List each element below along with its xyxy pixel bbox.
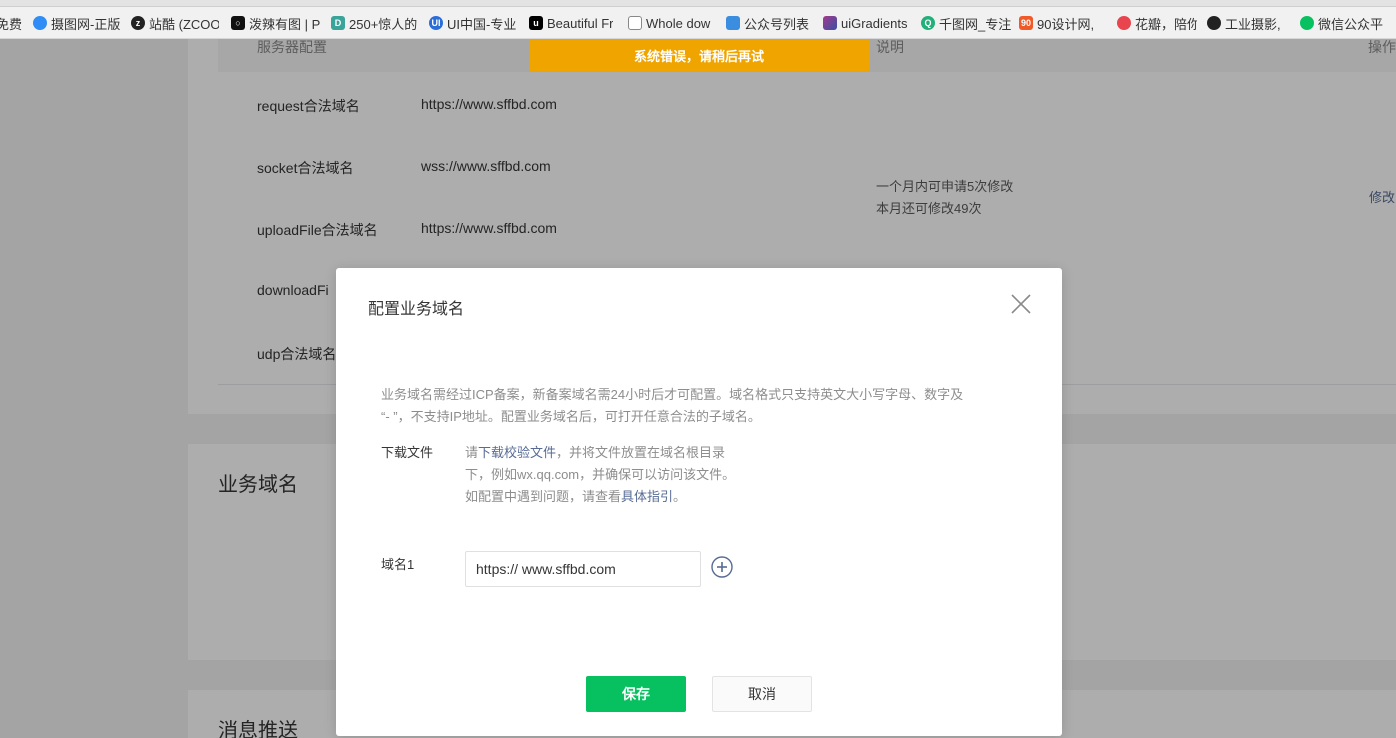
bookmark-favicon-icon: D bbox=[331, 16, 345, 30]
browser-address-bar-edge bbox=[0, 0, 1396, 7]
bookmark-item[interactable]: Q 千图网_专注 bbox=[921, 14, 1011, 32]
download-file-label: 下载文件 bbox=[381, 445, 434, 460]
bookmark-favicon-icon: u bbox=[529, 16, 543, 30]
bookmark-item[interactable]: uiGradients bbox=[823, 14, 911, 32]
bookmark-item[interactable]: Whole dow bbox=[628, 14, 714, 32]
bookmark-item[interactable]: 摄图网-正版 bbox=[33, 14, 121, 32]
close-icon bbox=[1011, 294, 1031, 314]
bookmark-item[interactable]: UI UI中国-专业 bbox=[429, 14, 519, 32]
download-guide-text: 请下载校验文件，并将文件放置在域名根目录下，例如wx.qq.com，并确保可以访… bbox=[465, 445, 736, 504]
domain-1-input[interactable] bbox=[465, 551, 701, 587]
bookmark-favicon-icon bbox=[823, 16, 837, 30]
dialog-description: 业务域名需经过ICP备案，新备案域名需24小时后才可配置。域名格式只支持英文大小… bbox=[381, 387, 964, 424]
dialog-title: 配置业务域名 bbox=[368, 301, 465, 318]
bookmark-item[interactable]: 90 90设计网, bbox=[1019, 14, 1109, 32]
domain-1-label: 域名1 bbox=[381, 557, 415, 572]
bookmark-favicon-icon bbox=[1207, 16, 1221, 30]
bookmark-favicon-icon: UI bbox=[429, 16, 443, 30]
bookmark-favicon-icon bbox=[726, 16, 740, 30]
bookmark-favicon-icon: 90 bbox=[1019, 16, 1033, 30]
cancel-button[interactable]: 取消 bbox=[712, 676, 812, 712]
error-toast: 系统错误，请稍后再试 bbox=[529, 39, 869, 71]
configure-domain-dialog: 配置业务域名 业务域名需经过ICP备案，新备案域名需24小时后才可配置。域名格式… bbox=[336, 268, 1062, 736]
bookmarks-bar: 免费 摄图网-正版 z站酷 (ZCOO ○泼辣有图 | P D250+惊人的 U… bbox=[0, 0, 1396, 39]
bookmark-favicon-icon: ○ bbox=[231, 16, 245, 30]
bookmark-item[interactable]: 免费 bbox=[0, 14, 22, 32]
bookmark-item[interactable]: u Beautiful Fr bbox=[529, 14, 613, 32]
bookmark-item[interactable]: 工业摄影, bbox=[1207, 14, 1291, 32]
bookmark-item[interactable]: D 250+惊人的 bbox=[331, 14, 419, 32]
bookmark-favicon-icon: Q bbox=[921, 16, 935, 30]
page-icon bbox=[628, 16, 642, 30]
close-button[interactable] bbox=[1009, 292, 1033, 316]
detailed-guide-link[interactable]: 具体指引 bbox=[621, 489, 673, 504]
bookmark-item[interactable]: ○ 泼辣有图 | P bbox=[231, 14, 321, 32]
plus-circle-icon bbox=[711, 556, 733, 578]
add-domain-button[interactable] bbox=[711, 556, 733, 578]
download-verify-file-link[interactable]: 下载校验文件 bbox=[478, 445, 556, 460]
bookmark-item[interactable]: z 站酷 (ZCOO bbox=[131, 14, 219, 32]
bookmark-item[interactable]: 微信公众平 bbox=[1300, 14, 1396, 32]
save-button[interactable]: 保存 bbox=[586, 676, 686, 712]
bookmark-favicon-icon bbox=[1117, 16, 1131, 30]
bookmark-item[interactable]: 公众号列表 bbox=[726, 14, 812, 32]
bookmark-item[interactable]: 花瓣，陪你 bbox=[1117, 14, 1197, 32]
bookmark-favicon-icon: z bbox=[131, 16, 145, 30]
bookmark-favicon-icon bbox=[33, 16, 47, 30]
wechat-icon bbox=[1300, 16, 1314, 30]
